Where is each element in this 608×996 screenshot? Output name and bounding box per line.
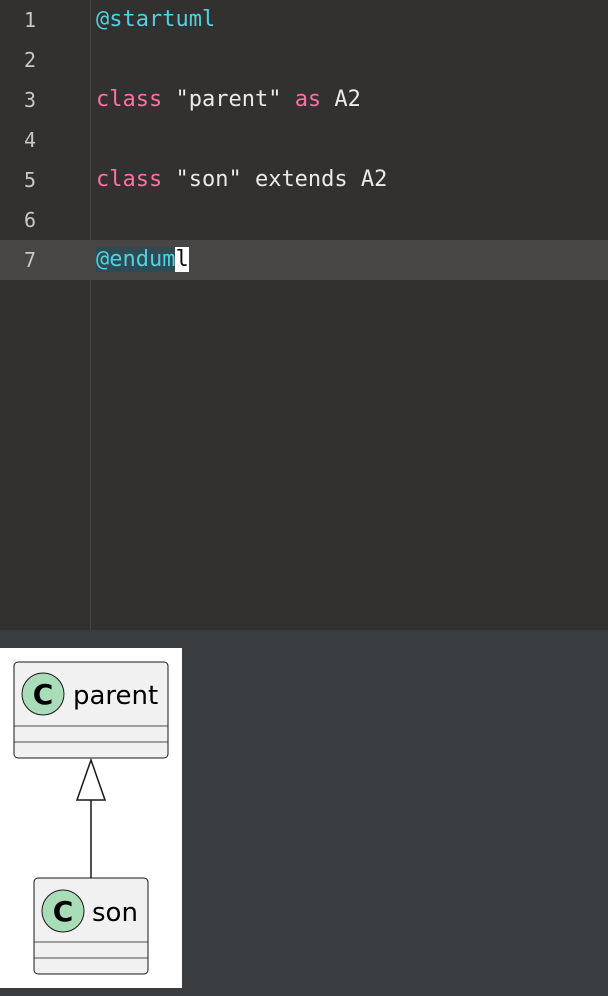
code-line[interactable]: 5 class "son" extends A2 bbox=[0, 160, 608, 200]
code-text[interactable]: @enduml bbox=[96, 240, 189, 280]
code-token: as bbox=[294, 87, 322, 112]
code-token: class bbox=[96, 87, 163, 112]
class-stereotype-letter: C bbox=[33, 678, 54, 711]
class-stereotype-letter: C bbox=[53, 895, 74, 928]
inheritance-arrow bbox=[75, 757, 107, 878]
class-box-parent: C parent bbox=[13, 661, 169, 759]
code-token: class bbox=[96, 167, 163, 192]
line-number: 1 bbox=[23, 8, 37, 32]
code-text[interactable]: @startuml bbox=[96, 0, 215, 40]
line-number: 4 bbox=[23, 128, 37, 152]
code-token: "parent" bbox=[162, 87, 295, 112]
class-name-parent: parent bbox=[73, 681, 158, 711]
code-token: @endum bbox=[96, 247, 176, 272]
line-number: 7 bbox=[23, 248, 37, 272]
line-number: 6 bbox=[23, 208, 37, 232]
code-editor[interactable]: 1 @startuml 2 3 class "parent" as A2 4 5 class … bbox=[0, 0, 608, 630]
code-line[interactable]: 6 bbox=[0, 200, 608, 240]
line-number: 2 bbox=[23, 48, 37, 72]
code-token: A2 bbox=[321, 87, 361, 112]
code-line[interactable]: 2 bbox=[0, 40, 608, 80]
line-number: 5 bbox=[23, 168, 37, 192]
code-line[interactable]: 4 bbox=[0, 120, 608, 160]
code-text[interactable]: class "parent" as A2 bbox=[96, 80, 361, 120]
code-token: "son" extends A2 bbox=[162, 167, 388, 192]
class-box-son: C son bbox=[33, 877, 149, 975]
code-token: @startuml bbox=[96, 7, 216, 32]
class-name-son: son bbox=[92, 898, 138, 928]
code-text[interactable]: class "son" extends A2 bbox=[96, 160, 387, 200]
text-cursor: l bbox=[175, 247, 189, 272]
diagram-preview: C parent C son bbox=[0, 648, 182, 988]
code-line[interactable]: 1 @startuml bbox=[0, 0, 608, 40]
code-line[interactable]: 3 class "parent" as A2 bbox=[0, 80, 608, 120]
line-number: 3 bbox=[23, 88, 37, 112]
uml-diagram: C parent C son bbox=[13, 661, 169, 975]
code-line[interactable]: 7 @enduml bbox=[0, 240, 608, 280]
